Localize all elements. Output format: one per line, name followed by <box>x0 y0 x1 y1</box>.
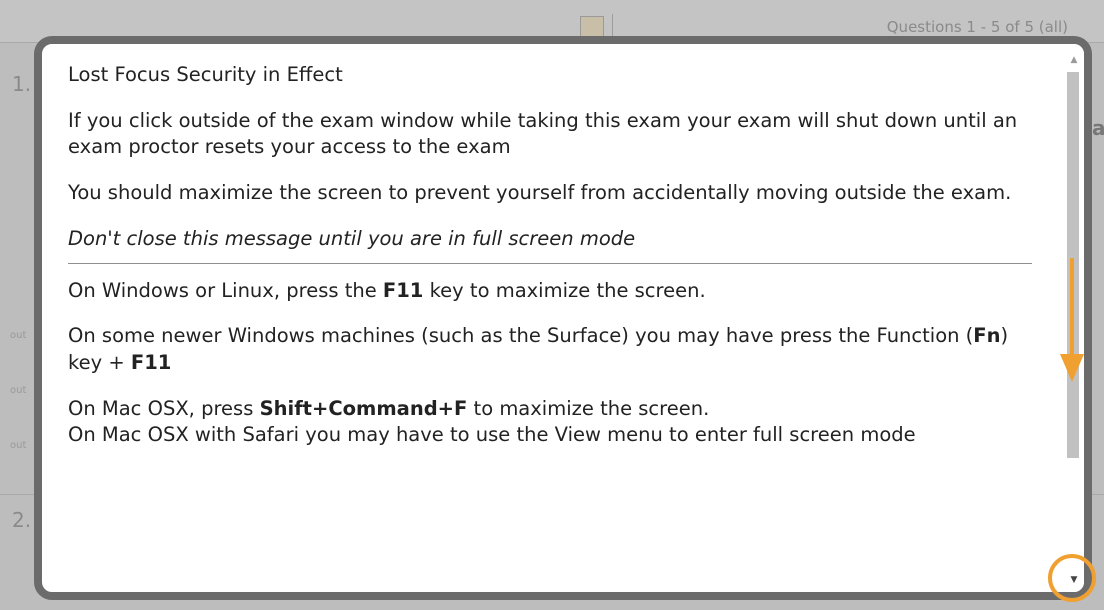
maximize-advice-text: You should maximize the screen to preven… <box>68 181 1012 205</box>
scroll-up-icon[interactable]: ▲ <box>1066 52 1082 68</box>
surface-key-f11: F11 <box>130 350 172 374</box>
modal-content: Lost Focus Security in Effect If you cli… <box>68 62 1038 449</box>
background-fragment-text: out <box>10 440 27 451</box>
question-number-1: 1. <box>12 72 32 96</box>
windows-instruction-after: key to maximize the screen. <box>423 278 706 302</box>
mac-instruction: On Mac OSX, press Shift+Command+F to max… <box>68 396 1038 423</box>
windows-instruction: On Windows or Linux, press the F11 key t… <box>68 278 1038 305</box>
modal-intro-text: If you click outside of the exam window … <box>68 108 1018 159</box>
scroll-down-arrow-annotation-icon <box>1060 258 1084 382</box>
lost-focus-modal: Lost Focus Security in Effect If you cli… <box>34 36 1092 600</box>
background-fragment-text: out <box>10 330 27 341</box>
surface-key-fn: Fn <box>973 324 1001 348</box>
mac-instruction-before: On Mac OSX, press <box>68 396 260 420</box>
surface-instruction-before: On some newer Windows machines (such as … <box>68 324 974 348</box>
modal-divider <box>68 262 1032 264</box>
do-not-close-warning: Don't close this message until you are i… <box>68 226 636 250</box>
windows-instruction-before: On Windows or Linux, press the <box>68 278 383 302</box>
mac-key-combo: Shift+Command+F <box>259 396 468 420</box>
flag-icon <box>580 16 604 38</box>
surface-instruction: On some newer Windows machines (such as … <box>68 323 1038 376</box>
question-number-2: 2. <box>12 508 32 532</box>
background-fragment-text: out <box>10 385 27 396</box>
mac-instruction-after: to maximize the screen. <box>467 396 710 420</box>
windows-key-f11: F11 <box>382 278 424 302</box>
scroll-down-highlight-circle <box>1048 554 1096 602</box>
question-counter: Questions 1 - 5 of 5 (all) <box>886 18 1068 36</box>
background-fragment-text: al <box>1092 116 1104 140</box>
modal-title: Lost Focus Security in Effect <box>68 63 343 86</box>
safari-instruction: On Mac OSX with Safari you may have to u… <box>68 423 916 447</box>
